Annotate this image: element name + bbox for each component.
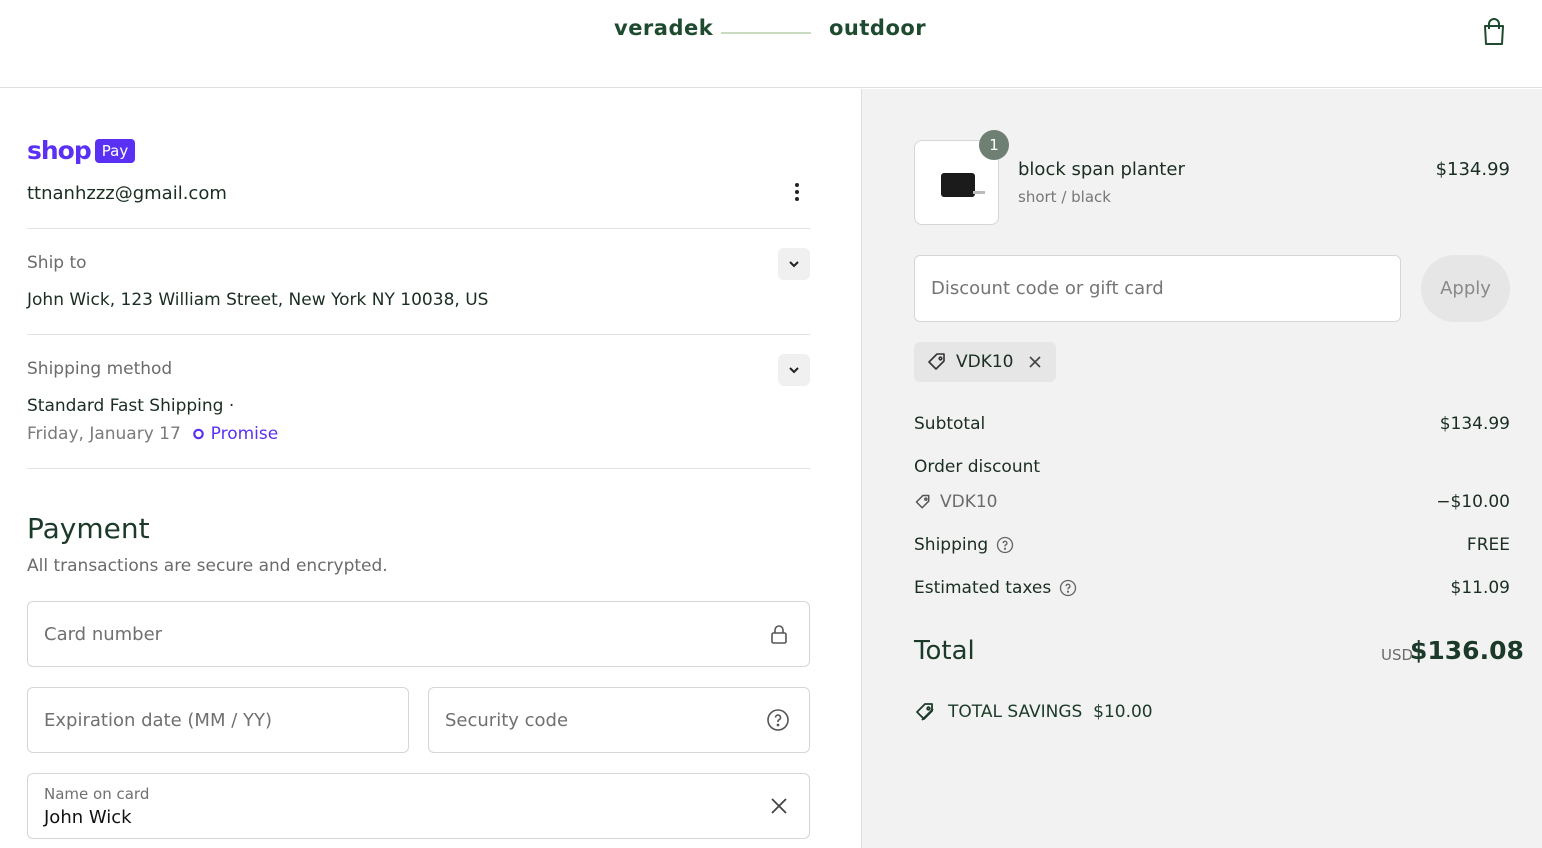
- shipping-method-label: Shipping method: [27, 359, 173, 379]
- name-on-card-input[interactable]: Name on card John Wick: [27, 773, 810, 839]
- divider: [27, 228, 810, 229]
- account-email: ttnanhzzz@gmail.com: [27, 183, 227, 204]
- taxes-label: Estimated taxes: [914, 578, 1052, 598]
- shop-promise-badge[interactable]: Promise: [192, 424, 278, 444]
- order-discount-code: VDK10: [940, 492, 998, 512]
- quantity-badge: 1: [979, 130, 1009, 160]
- help-circle-icon[interactable]: [996, 536, 1014, 554]
- product-name: block span planter: [1018, 159, 1185, 180]
- promise-label: Promise: [210, 424, 279, 444]
- payment-title: Payment: [27, 512, 150, 545]
- apply-discount-button[interactable]: Apply: [1421, 255, 1510, 322]
- chevron-down-icon: [789, 261, 799, 268]
- security-code-input[interactable]: Security code: [428, 687, 810, 753]
- planter-image-base: [973, 191, 985, 194]
- shipping-row-label: Shipping: [914, 535, 1014, 555]
- shipping-method-name: Standard Fast Shipping ·: [27, 396, 235, 416]
- shipping-delivery-info: Friday, January 17 Promise: [27, 424, 278, 444]
- clear-icon[interactable]: [767, 794, 791, 818]
- card-number-placeholder: Card number: [44, 624, 163, 645]
- product-price: $134.99: [1435, 159, 1510, 180]
- card-number-input[interactable]: Card number: [27, 601, 810, 667]
- planter-image: [941, 173, 975, 197]
- taxes-value: $11.09: [1450, 578, 1510, 598]
- total-currency: USD: [1381, 646, 1414, 664]
- brand-divider: [721, 32, 811, 34]
- ship-to-expand-button[interactable]: [778, 248, 810, 280]
- promise-icon: [193, 428, 205, 440]
- subtotal-label: Subtotal: [914, 414, 986, 434]
- payment-subtitle: All transactions are secure and encrypte…: [27, 556, 388, 576]
- remove-discount-icon[interactable]: [1026, 353, 1044, 371]
- help-circle-icon[interactable]: [766, 708, 790, 732]
- shop-wordmark: shop: [27, 136, 92, 165]
- ship-to-label: Ship to: [27, 253, 87, 273]
- total-value: $136.08: [1410, 636, 1524, 665]
- name-on-card-label: Name on card: [44, 785, 150, 803]
- order-discount-code-row: VDK10: [914, 492, 998, 512]
- header: veradek outdoor: [0, 0, 1542, 88]
- savings-value: $10.00: [1093, 702, 1153, 722]
- pay-badge: Pay: [94, 138, 136, 163]
- savings-label: TOTAL SAVINGS: [948, 702, 1083, 722]
- security-code-placeholder: Security code: [445, 710, 569, 731]
- name-on-card-value: John Wick: [44, 807, 132, 828]
- shipping-value: FREE: [1466, 535, 1510, 555]
- shipping-label: Shipping: [914, 535, 989, 555]
- subtotal-value: $134.99: [1439, 414, 1510, 434]
- tag-icon: [928, 353, 945, 370]
- brand-logo-outdoor[interactable]: outdoor: [829, 16, 926, 40]
- shopping-bag-icon[interactable]: [1478, 16, 1510, 48]
- tag-icon: [915, 494, 930, 509]
- brand-logo-veradek[interactable]: veradek: [614, 16, 713, 40]
- expiration-placeholder: Expiration date (MM / YY): [44, 710, 272, 731]
- applied-discount-code: VDK10: [956, 352, 1014, 372]
- discount-code-input[interactable]: [914, 255, 1401, 322]
- product-variant: short / black: [1018, 188, 1111, 206]
- lock-icon: [767, 622, 791, 646]
- divider: [27, 334, 810, 335]
- order-discount-label: Order discount: [914, 457, 1041, 477]
- help-circle-icon[interactable]: [1059, 579, 1077, 597]
- taxes-row-label: Estimated taxes: [914, 578, 1077, 598]
- applied-discount-chip: VDK10: [914, 342, 1056, 382]
- total-label: Total: [914, 636, 975, 666]
- order-discount-value: −$10.00: [1436, 492, 1510, 512]
- savings-tag-icon: [916, 703, 934, 721]
- divider: [27, 468, 810, 469]
- delivery-date: Friday, January 17: [27, 424, 181, 444]
- shipping-method-expand-button[interactable]: [778, 354, 810, 386]
- chevron-down-icon: [789, 367, 799, 374]
- more-options-icon[interactable]: [788, 180, 806, 206]
- ship-to-address: John Wick, 123 William Street, New York …: [27, 290, 489, 310]
- expiration-date-input[interactable]: Expiration date (MM / YY): [27, 687, 409, 753]
- shop-pay-logo: shop Pay: [27, 136, 136, 165]
- total-savings: TOTAL SAVINGS $10.00: [914, 701, 1153, 723]
